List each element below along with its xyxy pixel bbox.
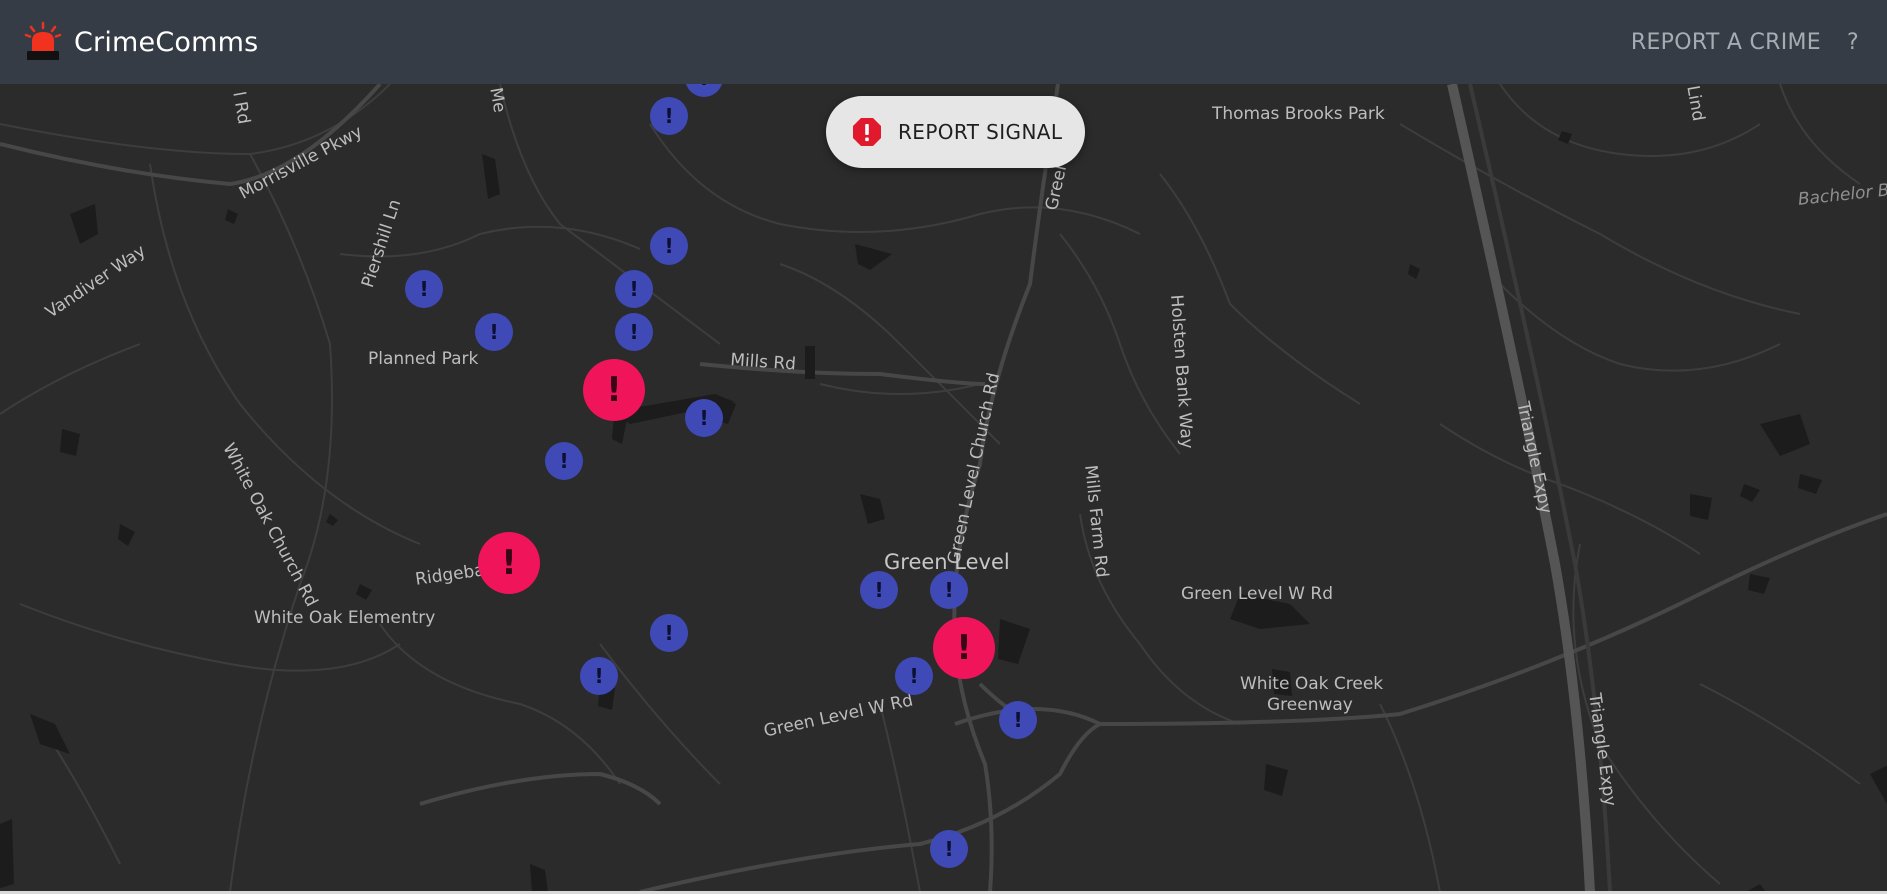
crime-marker[interactable]: ! <box>685 399 723 437</box>
crime-marker[interactable]: ! <box>615 313 653 351</box>
marker-glyph: ! <box>629 320 639 344</box>
crime-marker[interactable]: ! <box>405 270 443 308</box>
marker-glyph: ! <box>944 578 954 602</box>
marker-glyph: ! <box>699 406 709 430</box>
marker-glyph: ! <box>664 104 674 128</box>
report-signal-label: REPORT SIGNAL <box>898 120 1063 144</box>
top-navigation-bar: CrimeComms REPORT A CRIME ? <box>0 0 1887 84</box>
map-label-top-road-2: Me <box>485 86 510 115</box>
crime-marker-major[interactable]: ! <box>583 359 645 421</box>
crime-marker-major[interactable]: ! <box>478 532 540 594</box>
crime-marker[interactable]: ! <box>650 227 688 265</box>
crime-marker[interactable]: ! <box>895 657 933 695</box>
marker-glyph: ! <box>501 543 517 583</box>
crime-marker[interactable]: ! <box>650 97 688 135</box>
marker-glyph: ! <box>944 837 954 861</box>
crime-marker[interactable]: ! <box>930 830 968 868</box>
crime-marker-major[interactable]: ! <box>933 617 995 679</box>
crime-marker[interactable]: ! <box>860 571 898 609</box>
app-name: CrimeComms <box>74 26 259 58</box>
nav-actions: REPORT A CRIME ? <box>1631 30 1859 55</box>
marker-glyph: ! <box>1013 708 1023 732</box>
marker-glyph: ! <box>629 277 639 301</box>
crime-marker[interactable]: ! <box>545 442 583 480</box>
map-label-white-oak-elementary: White Oak Elementry <box>254 608 436 628</box>
marker-glyph: ! <box>874 578 884 602</box>
report-signal-button[interactable]: REPORT SIGNAL <box>826 96 1085 168</box>
marker-glyph: ! <box>909 664 919 688</box>
crime-marker[interactable]: ! <box>930 571 968 609</box>
marker-glyph: ! <box>956 628 972 668</box>
crime-map[interactable]: Thomas Brooks Park Bachelor Bl Morrisvil… <box>0 84 1887 892</box>
map-label-green-level-w-rd-east: Green Level W Rd <box>1181 584 1333 604</box>
marker-glyph: ! <box>419 277 429 301</box>
siren-icon <box>24 21 62 60</box>
map-label-planned-park: Planned Park <box>368 349 479 369</box>
marker-glyph: ! <box>594 664 604 688</box>
marker-glyph: ! <box>606 370 622 410</box>
marker-glyph: ! <box>699 84 708 90</box>
marker-glyph: ! <box>489 320 499 344</box>
crime-marker[interactable]: ! <box>475 313 513 351</box>
map-label-greenway: Greenway <box>1267 695 1353 715</box>
crime-marker[interactable]: ! <box>580 657 618 695</box>
map-label-thomas-brooks-park: Thomas Brooks Park <box>1212 104 1385 124</box>
brand-home-link[interactable]: CrimeComms <box>24 21 258 63</box>
crime-marker[interactable]: ! <box>615 270 653 308</box>
map-label-white-oak-creek: White Oak Creek <box>1240 674 1384 694</box>
report-a-crime-link[interactable]: REPORT A CRIME <box>1631 30 1821 55</box>
alert-octagon-icon <box>853 118 881 146</box>
marker-glyph: ! <box>664 234 674 258</box>
help-link[interactable]: ? <box>1847 30 1859 55</box>
marker-glyph: ! <box>559 449 569 473</box>
crime-marker[interactable]: ! <box>650 614 688 652</box>
marker-glyph: ! <box>664 621 674 645</box>
crime-marker[interactable]: ! <box>999 701 1037 739</box>
